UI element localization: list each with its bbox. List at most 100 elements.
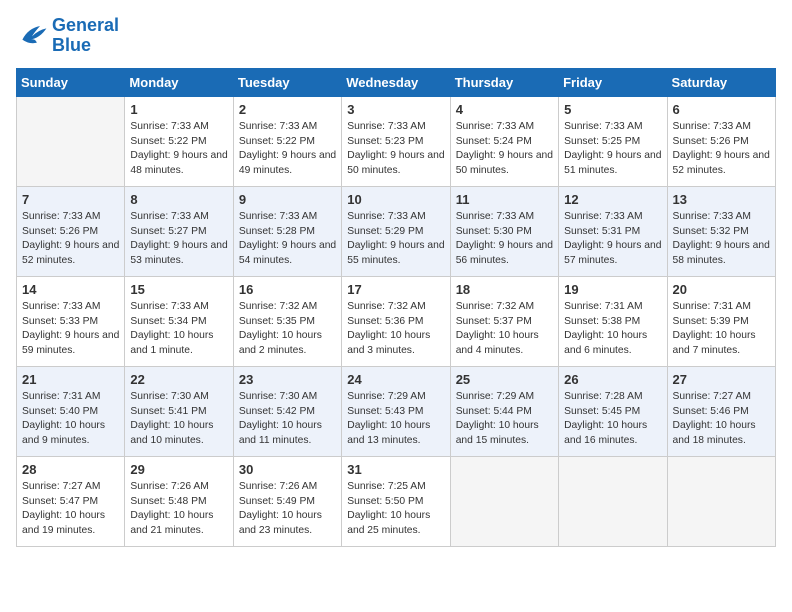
day-number: 14 <box>22 282 119 297</box>
calendar-cell: 5 Sunrise: 7:33 AMSunset: 5:25 PMDaylight… <box>559 96 667 186</box>
calendar-cell: 24 Sunrise: 7:29 AMSunset: 5:43 PMDayligh… <box>342 366 450 456</box>
day-info: Sunrise: 7:32 AMSunset: 5:35 PMDaylight:… <box>239 300 336 360</box>
logo: General Blue <box>16 16 119 56</box>
weekday-header-tuesday: Tuesday <box>233 68 341 96</box>
day-number: 17 <box>347 282 444 297</box>
calendar-cell: 20Sunrise: 7:31 AMSunset: 5:39 PMDayligh… <box>667 276 775 366</box>
day-number: 19 <box>564 282 661 297</box>
calendar-cell: 31 Sunrise: 7:25 AMSunset: 5:50 PMDayligh… <box>342 456 450 546</box>
calendar-cell: 27 Sunrise: 7:27 AMSunset: 5:46 PMDayligh… <box>667 366 775 456</box>
calendar-cell: 14Sunrise: 7:33 AMSunset: 5:33 PMDayligh… <box>17 276 125 366</box>
calendar-cell: 7 Sunrise: 7:33 AMSunset: 5:26 PMDaylight… <box>17 186 125 276</box>
weekday-header-row: SundayMondayTuesdayWednesdayThursdayFrid… <box>17 68 776 96</box>
day-info: Sunrise: 7:32 AMSunset: 5:36 PMDaylight:… <box>347 300 444 360</box>
day-number: 29 <box>130 462 227 477</box>
day-info: Sunrise: 7:33 AMSunset: 5:25 PMDaylight:… <box>564 120 661 180</box>
calendar-cell: 10 Sunrise: 7:33 AMSunset: 5:29 PMDayligh… <box>342 186 450 276</box>
weekday-header-wednesday: Wednesday <box>342 68 450 96</box>
day-number: 3 <box>347 102 444 117</box>
weekday-header-monday: Monday <box>125 68 233 96</box>
calendar-cell: 19 Sunrise: 7:31 AMSunset: 5:38 PMDayligh… <box>559 276 667 366</box>
calendar-cell: 9 Sunrise: 7:33 AMSunset: 5:28 PMDaylight… <box>233 186 341 276</box>
calendar-cell <box>17 96 125 186</box>
weekday-header-sunday: Sunday <box>17 68 125 96</box>
calendar-cell: 26 Sunrise: 7:28 AMSunset: 5:45 PMDayligh… <box>559 366 667 456</box>
day-number: 31 <box>347 462 444 477</box>
calendar-cell: 8 Sunrise: 7:33 AMSunset: 5:27 PMDaylight… <box>125 186 233 276</box>
day-info: Sunrise: 7:33 AMSunset: 5:29 PMDaylight:… <box>347 210 444 270</box>
day-info: Sunrise: 7:29 AMSunset: 5:44 PMDaylight:… <box>456 390 553 450</box>
calendar-cell <box>667 456 775 546</box>
day-info: Sunrise: 7:33 AMSunset: 5:27 PMDaylight:… <box>130 210 227 270</box>
day-info: Sunrise: 7:27 AMSunset: 5:46 PMDaylight:… <box>673 390 770 450</box>
calendar-week-row: 1 Sunrise: 7:33 AMSunset: 5:22 PMDaylight… <box>17 96 776 186</box>
calendar-cell: 29Sunrise: 7:26 AMSunset: 5:48 PMDayligh… <box>125 456 233 546</box>
day-number: 5 <box>564 102 661 117</box>
calendar-cell: 2 Sunrise: 7:33 AMSunset: 5:22 PMDaylight… <box>233 96 341 186</box>
day-info: Sunrise: 7:28 AMSunset: 5:45 PMDaylight:… <box>564 390 661 450</box>
day-number: 4 <box>456 102 553 117</box>
day-number: 12 <box>564 192 661 207</box>
weekday-header-saturday: Saturday <box>667 68 775 96</box>
day-info: Sunrise: 7:33 AMSunset: 5:22 PMDaylight:… <box>239 120 336 180</box>
calendar-cell: 28 Sunrise: 7:27 AMSunset: 5:47 PMDayligh… <box>17 456 125 546</box>
calendar-cell: 22 Sunrise: 7:30 AMSunset: 5:41 PMDayligh… <box>125 366 233 456</box>
calendar-cell: 21 Sunrise: 7:31 AMSunset: 5:40 PMDayligh… <box>17 366 125 456</box>
day-info: Sunrise: 7:27 AMSunset: 5:47 PMDaylight:… <box>22 480 119 540</box>
day-info: Sunrise: 7:33 AMSunset: 5:26 PMDaylight:… <box>22 210 119 270</box>
day-number: 21 <box>22 372 119 387</box>
calendar-cell: 3 Sunrise: 7:33 AMSunset: 5:23 PMDaylight… <box>342 96 450 186</box>
day-number: 10 <box>347 192 444 207</box>
logo-line2: Blue <box>52 35 91 55</box>
day-info: Sunrise: 7:31 AMSunset: 5:38 PMDaylight:… <box>564 300 661 360</box>
calendar-week-row: 21 Sunrise: 7:31 AMSunset: 5:40 PMDayligh… <box>17 366 776 456</box>
calendar-cell: 25 Sunrise: 7:29 AMSunset: 5:44 PMDayligh… <box>450 366 558 456</box>
day-number: 15 <box>130 282 227 297</box>
weekday-header-friday: Friday <box>559 68 667 96</box>
day-number: 27 <box>673 372 770 387</box>
day-number: 8 <box>130 192 227 207</box>
calendar-cell: 6 Sunrise: 7:33 AMSunset: 5:26 PMDaylight… <box>667 96 775 186</box>
calendar-cell: 16Sunrise: 7:32 AMSunset: 5:35 PMDayligh… <box>233 276 341 366</box>
logo-line1: General <box>52 15 119 35</box>
day-info: Sunrise: 7:33 AMSunset: 5:28 PMDaylight:… <box>239 210 336 270</box>
day-info: Sunrise: 7:29 AMSunset: 5:43 PMDaylight:… <box>347 390 444 450</box>
day-number: 22 <box>130 372 227 387</box>
day-info: Sunrise: 7:25 AMSunset: 5:50 PMDaylight:… <box>347 480 444 540</box>
day-info: Sunrise: 7:33 AMSunset: 5:26 PMDaylight:… <box>673 120 770 180</box>
day-number: 28 <box>22 462 119 477</box>
day-number: 18 <box>456 282 553 297</box>
day-number: 26 <box>564 372 661 387</box>
calendar-cell: 11Sunrise: 7:33 AMSunset: 5:30 PMDayligh… <box>450 186 558 276</box>
day-info: Sunrise: 7:31 AMSunset: 5:40 PMDaylight:… <box>22 390 119 450</box>
day-info: Sunrise: 7:33 AMSunset: 5:32 PMDaylight:… <box>673 210 770 270</box>
calendar-table: SundayMondayTuesdayWednesdayThursdayFrid… <box>16 68 776 547</box>
calendar-cell: 17 Sunrise: 7:32 AMSunset: 5:36 PMDayligh… <box>342 276 450 366</box>
calendar-cell: 18Sunrise: 7:32 AMSunset: 5:37 PMDayligh… <box>450 276 558 366</box>
day-number: 2 <box>239 102 336 117</box>
day-number: 25 <box>456 372 553 387</box>
day-info: Sunrise: 7:33 AMSunset: 5:23 PMDaylight:… <box>347 120 444 180</box>
day-info: Sunrise: 7:33 AMSunset: 5:24 PMDaylight:… <box>456 120 553 180</box>
day-info: Sunrise: 7:33 AMSunset: 5:30 PMDaylight:… <box>456 210 553 270</box>
calendar-cell <box>450 456 558 546</box>
calendar-cell: 12Sunrise: 7:33 AMSunset: 5:31 PMDayligh… <box>559 186 667 276</box>
calendar-week-row: 7 Sunrise: 7:33 AMSunset: 5:26 PMDaylight… <box>17 186 776 276</box>
day-info: Sunrise: 7:30 AMSunset: 5:41 PMDaylight:… <box>130 390 227 450</box>
calendar-cell: 30 Sunrise: 7:26 AMSunset: 5:49 PMDayligh… <box>233 456 341 546</box>
calendar-cell: 23Sunrise: 7:30 AMSunset: 5:42 PMDayligh… <box>233 366 341 456</box>
day-info: Sunrise: 7:26 AMSunset: 5:49 PMDaylight:… <box>239 480 336 540</box>
day-number: 6 <box>673 102 770 117</box>
day-number: 30 <box>239 462 336 477</box>
day-number: 7 <box>22 192 119 207</box>
day-number: 9 <box>239 192 336 207</box>
calendar-week-row: 14Sunrise: 7:33 AMSunset: 5:33 PMDayligh… <box>17 276 776 366</box>
day-info: Sunrise: 7:33 AMSunset: 5:22 PMDaylight:… <box>130 120 227 180</box>
calendar-cell: 1 Sunrise: 7:33 AMSunset: 5:22 PMDaylight… <box>125 96 233 186</box>
day-number: 13 <box>673 192 770 207</box>
day-number: 20 <box>673 282 770 297</box>
calendar-cell: 4 Sunrise: 7:33 AMSunset: 5:24 PMDaylight… <box>450 96 558 186</box>
day-number: 23 <box>239 372 336 387</box>
day-number: 24 <box>347 372 444 387</box>
day-number: 1 <box>130 102 227 117</box>
